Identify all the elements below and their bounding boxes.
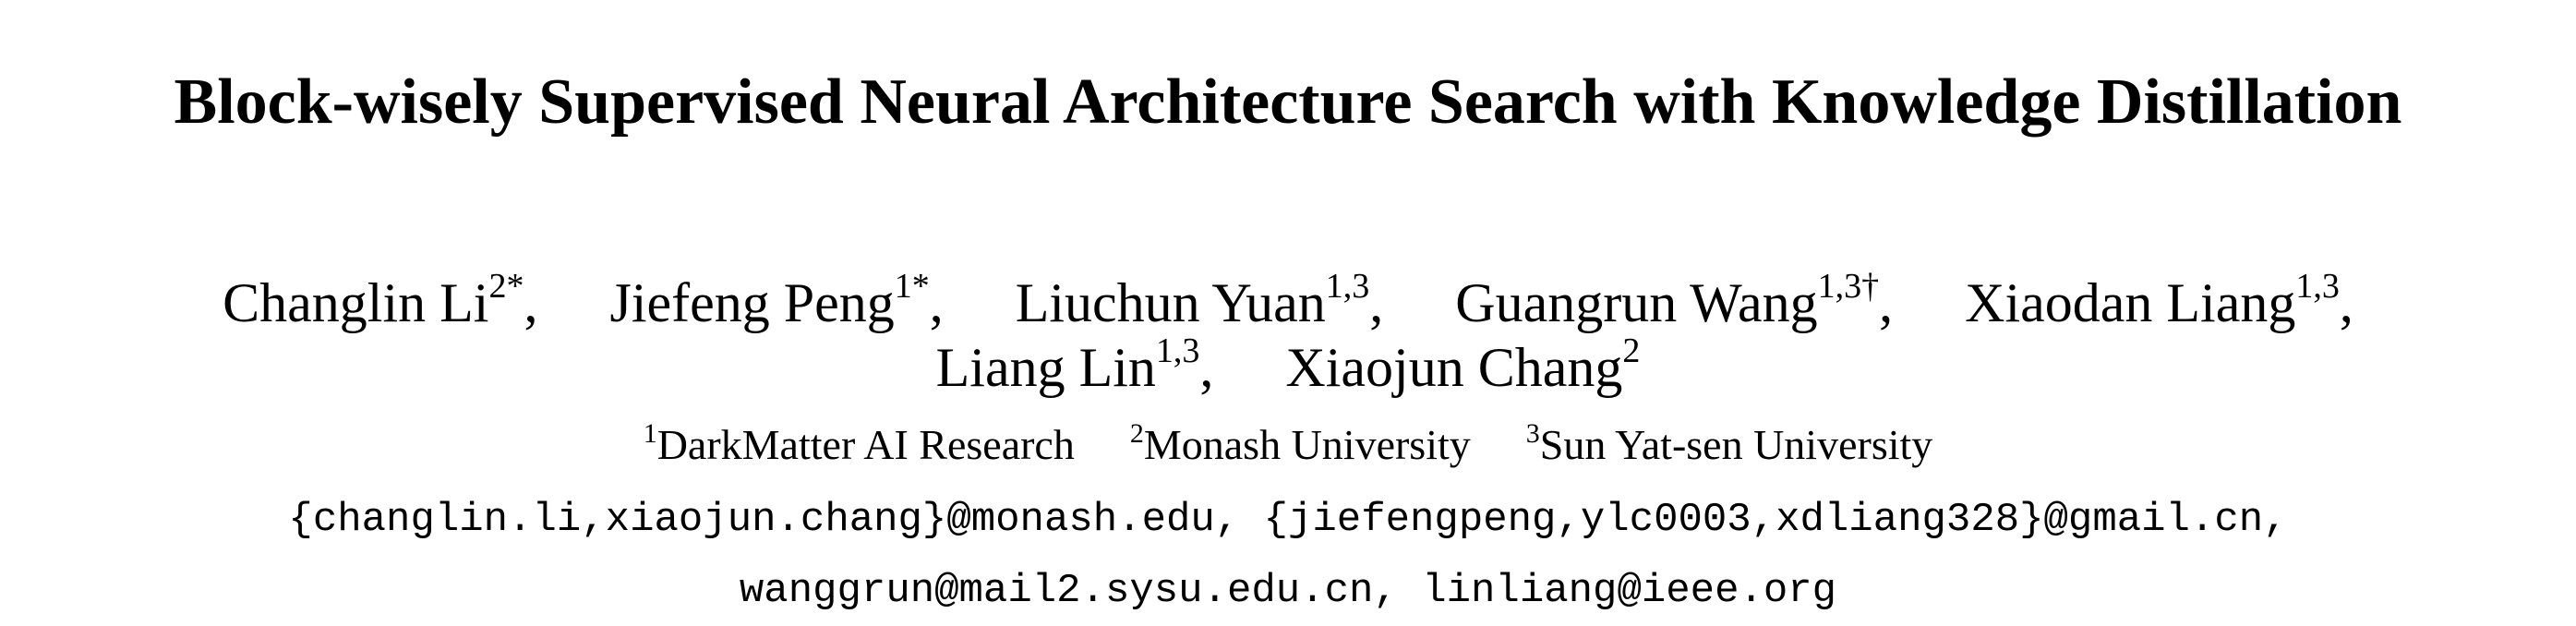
author-name: Guangrun Wang: [1455, 272, 1818, 333]
affiliation-list: 1DarkMatter AI Research 2Monash Universit…: [0, 417, 2576, 473]
author-emails-line-2: wanggrun@mail2.sysu.edu.cn, linliang@iee…: [739, 568, 1837, 614]
author-emails-line-1: {changlin.li,xiaojun.chang}@monash.edu, …: [288, 497, 2288, 543]
author: Xiaojun Chang2: [1285, 331, 1641, 401]
author-name: Xiaojun Chang: [1285, 337, 1623, 398]
author-affiliation-mark: 1,3: [1325, 267, 1370, 306]
affiliation: 2Monash University: [1130, 417, 1471, 473]
author: Guangrun Wang1,3†,: [1455, 267, 1894, 336]
author-separator: ,: [929, 272, 944, 333]
author-separator: ,: [1879, 272, 1894, 333]
author-affiliation-mark: 2: [1622, 331, 1641, 370]
author-list-line-2: Liang Lin1,3, Xiaojun Chang2: [0, 331, 2576, 401]
affiliation-mark: 3: [1525, 418, 1540, 449]
author-separator: ,: [2339, 272, 2353, 333]
author-name: Liang Lin: [935, 337, 1156, 398]
author-list-line-1: Changlin Li2*, Jiefeng Peng1*, Liuchun Yua…: [0, 267, 2576, 336]
affiliation: 1DarkMatter AI Research: [644, 417, 1075, 473]
affiliation: 3Sun Yat-sen University: [1526, 417, 1933, 473]
author-name: Xiaodan Liang: [1965, 272, 2296, 333]
affiliation-name: Sun Yat-sen University: [1539, 421, 1933, 468]
affiliation-name: Monash University: [1143, 421, 1471, 468]
author-name: Jiefeng Peng: [609, 272, 895, 333]
author-separator: ,: [1199, 337, 1214, 398]
author: Liuchun Yuan1,3,: [1015, 267, 1384, 336]
author: Xiaodan Liang1,3,: [1965, 267, 2353, 336]
paper-title: Block-wisely Supervised Neural Architect…: [174, 66, 2402, 138]
author-affiliation-mark: 1*: [894, 267, 930, 306]
author-affiliation-mark: 1,3: [1155, 331, 1200, 370]
affiliation-name: DarkMatter AI Research: [656, 421, 1075, 468]
author-name: Changlin Li: [223, 272, 489, 333]
author-affiliation-mark: 1,3†: [1817, 267, 1880, 306]
author-separator: ,: [1369, 272, 1384, 333]
author: Changlin Li2*,: [223, 267, 538, 336]
author-affiliation-mark: 1,3: [2295, 267, 2340, 306]
affiliation-mark: 1: [643, 418, 657, 449]
author: Liang Lin1,3,: [935, 331, 1214, 401]
author-separator: ,: [524, 272, 538, 333]
author-name: Liuchun Yuan: [1015, 272, 1326, 333]
affiliation-mark: 2: [1129, 418, 1144, 449]
author: Jiefeng Peng1*,: [609, 267, 944, 336]
author-affiliation-mark: 2*: [488, 267, 524, 306]
